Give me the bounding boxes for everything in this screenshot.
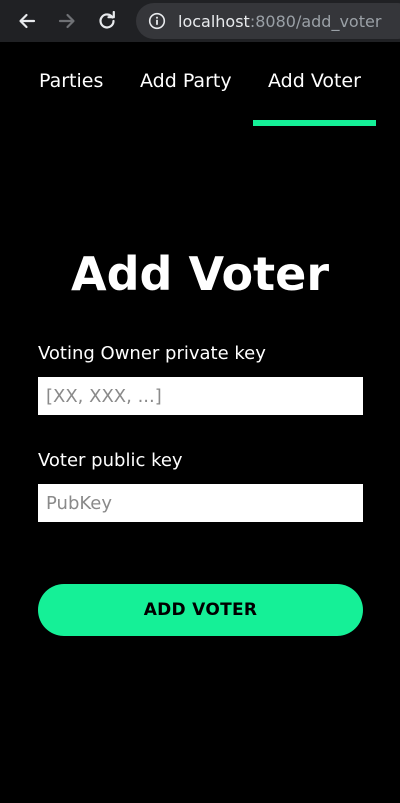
active-tab-indicator [253,120,376,126]
owner-private-key-input[interactable] [38,377,363,415]
reload-button[interactable] [92,6,122,36]
voter-public-key-input[interactable] [38,484,363,522]
reload-icon [99,11,115,29]
back-button[interactable] [12,6,42,36]
info-icon[interactable] [148,12,166,30]
page-title: Add Voter [70,247,330,301]
tab-bar: Parties Add Party Add Voter [0,42,400,126]
browser-toolbar: localhost:8080/add_voter [0,0,400,42]
address-bar[interactable]: localhost:8080/add_voter [136,3,400,39]
url-host: localhost [178,11,250,31]
tab-parties[interactable]: Parties [39,70,103,92]
owner-key-label: Voting Owner private key [38,343,266,364]
add-voter-button[interactable]: ADD VOTER [38,584,363,636]
arrow-left-icon [19,13,36,29]
forward-button[interactable] [52,6,82,36]
url-path: :8080/add_voter [249,11,382,31]
tab-add-party[interactable]: Add Party [140,70,232,92]
voter-key-label: Voter public key [38,450,183,471]
tab-add-voter[interactable]: Add Voter [268,70,361,92]
arrow-right-icon [58,13,75,29]
url-text: localhost:8080/add_voter [178,12,381,31]
